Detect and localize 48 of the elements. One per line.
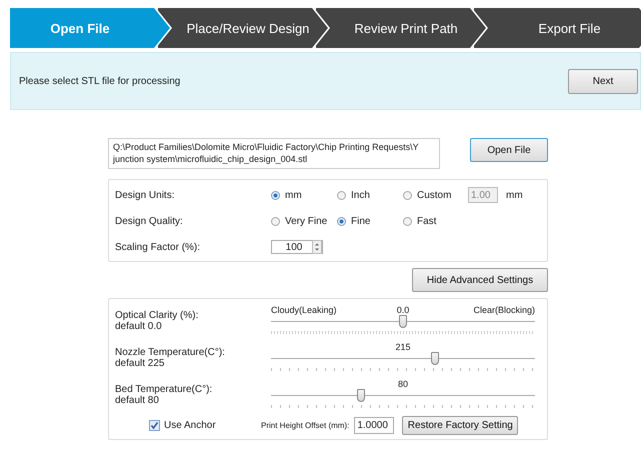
radio-button[interactable] [271,190,280,200]
status-message: Please select STL file for processing [19,76,180,86]
restore-button[interactable]: Restore Factory Setting [402,416,518,435]
scale-label: Clear(Blocking) [472,305,535,315]
offset-field[interactable]: 1.0000 [354,417,394,434]
scaling-spinner[interactable]: 100 [271,240,323,254]
option-label: Fine [351,216,370,226]
radio-button[interactable] [403,190,412,200]
step-tab[interactable]: Export File [472,8,641,48]
radio-button[interactable] [337,216,346,226]
next-button[interactable]: Next [568,68,638,94]
default-value: default 225 [115,358,166,369]
radio-button[interactable] [271,216,280,226]
step-tab[interactable]: Place/Review Design [156,8,328,48]
slider-thumb[interactable] [430,352,439,365]
slider-thumb[interactable] [356,389,365,402]
field-label: Scaling Factor (%): [115,242,202,252]
radio-button[interactable] [337,190,346,200]
checkbox[interactable] [149,420,160,431]
default-value: default 0.0 [115,321,163,332]
option-label: mm [285,190,302,200]
slider-thumb[interactable] [399,315,407,328]
option-label: Inch [351,190,370,200]
slider-reading: 80 [398,379,408,389]
file-path-field[interactable]: Q:\Product Families\Dolomite Micro\Fluidic Factory\Chip Printing Requests\Y junction system\microfluidic_chip_design_004.stl [108,138,440,169]
field-label: Design Units: [115,190,176,200]
open-file-button[interactable]: Open File [470,138,548,162]
option-label: Custom [417,190,452,200]
setting-label: Optical Clarity (%): [115,310,200,321]
slider[interactable] [271,315,535,329]
hide-advanced-button[interactable]: Hide Advanced Settings [412,268,548,292]
spin-arrows-icon[interactable] [312,240,322,254]
slider-reading: 0.0 [396,305,410,315]
option-label: Fast [417,216,436,226]
setting-label: Nozzle Temperature(C°): [115,347,226,358]
slider-reading: 215 [395,342,411,352]
scale-label: Cloudy(Leaking) [271,305,338,315]
option-label: Very Fine [285,216,328,226]
offset-label: Print Height Offset (mm): [261,421,350,430]
checkbox-label: Use Anchor [164,420,216,431]
default-value: default 80 [115,395,160,406]
slider[interactable] [271,352,535,366]
unit-label: mm [506,190,523,200]
radio-button[interactable] [403,216,412,226]
slider[interactable] [271,389,535,403]
step-tab[interactable]: Review Print Path [314,8,486,48]
setting-label: Bed Temperature(C°): [115,384,214,395]
field-label: Design Quality: [115,216,184,226]
